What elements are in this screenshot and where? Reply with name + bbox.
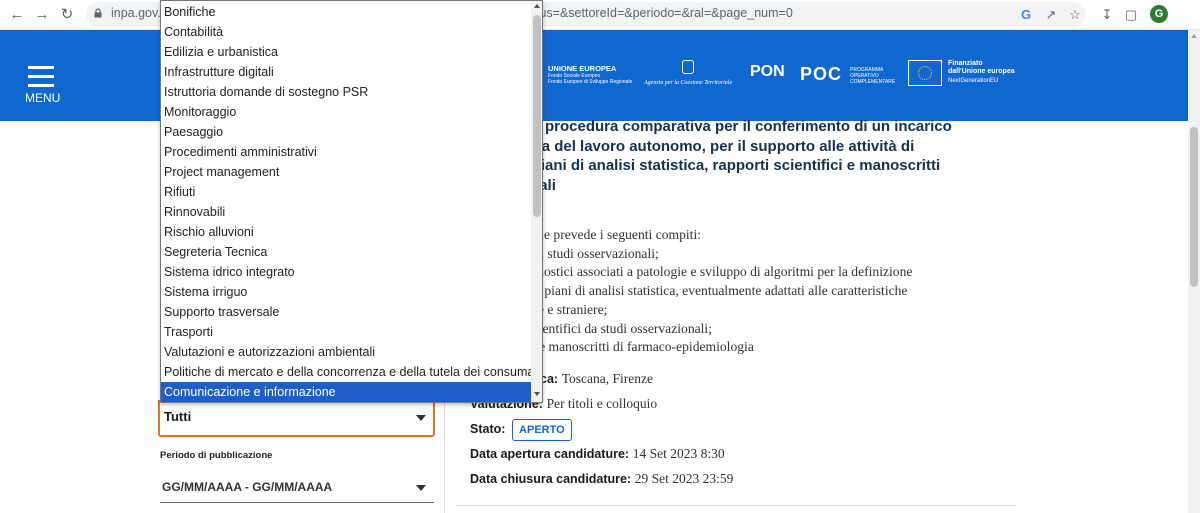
republic-emblem-icon [682, 60, 694, 74]
scroll-down-icon[interactable] [534, 392, 540, 396]
menu-label[interactable]: MENU [25, 91, 60, 105]
menu-bar-icon [28, 75, 54, 78]
poc-logo: POC PROGRAMMA OPERATIVO COMPLEMENTARE [800, 64, 895, 85]
dropdown-option[interactable]: Infrastrutture digitali [161, 62, 531, 82]
dropdown-option[interactable]: Trasporti [161, 322, 531, 342]
article-title-line: ubblico di procedura comparativa per il … [470, 118, 952, 135]
dropdown-option[interactable]: Monitoraggio [161, 102, 531, 122]
share-icon[interactable]: ↗ [1040, 4, 1062, 26]
poc-logo-subtext: PROGRAMMA OPERATIVO COMPLEMENTARE [850, 67, 896, 85]
chevron-down-icon[interactable] [416, 415, 426, 421]
dropdown-option[interactable]: Bonifiche [161, 2, 531, 22]
dropdown-option[interactable]: Supporto trasversale [161, 302, 531, 322]
scrollbar-thumb[interactable] [1190, 127, 1198, 287]
star-icon[interactable]: ☆ [1064, 4, 1086, 26]
chiusura-field: Data chiusura candidature: 29 Set 2023 2… [470, 470, 733, 488]
sede-field: ca: Toscana, Firenze [540, 370, 653, 388]
eu-flag-icon [908, 60, 942, 86]
article-title-line: nella forma del lavoro autonomo, per il … [470, 137, 915, 155]
page-scrollbar[interactable] [1188, 30, 1200, 513]
article-description: collaborazione prevede i seguenti compit… [470, 226, 1030, 357]
description-line: collaborazione prevede i seguenti compit… [470, 227, 702, 242]
dropdown-option[interactable]: Paesaggio [161, 122, 531, 142]
ue-logo-line2: Fondo Europeo di Sviluppo Regionale [548, 79, 633, 85]
divider [456, 505, 1016, 506]
funding-logos: UNIONE EUROPEA Fondo Sociale Europeo Fon… [538, 60, 1028, 96]
dropdown-option[interactable]: Istruttoria domande di sostegno PSR [161, 82, 531, 102]
sidepanel-icon[interactable]: ▢ [1120, 4, 1142, 26]
periodo-select[interactable]: GG/MM/AAAA - GG/MM/AAAA [160, 473, 434, 503]
status-badge: APERTO [512, 419, 572, 441]
ue-logo-title: UNIONE EUROPEA [548, 64, 617, 73]
apertura-value: 14 Set 2023 8:30 [632, 446, 725, 461]
profile-avatar[interactable]: G [1150, 5, 1168, 23]
article-title-line: servazionali [470, 176, 1030, 196]
pon-logo: PON [750, 63, 786, 81]
settore-dropdown-list[interactable]: Bonifiche Contabilità Edilizia e urbanis… [160, 0, 543, 403]
apertura-label: Data apertura candidature: [470, 447, 630, 461]
sede-value: Toscana, Firenze [561, 371, 653, 386]
description-line: i dato italiane e straniere; [470, 301, 608, 317]
dropdown-option[interactable]: Rischio alluvioni [161, 222, 531, 242]
dropdown-option-selected[interactable]: Comunicazione e informazione [161, 382, 531, 402]
dropdown-option[interactable]: Sistema irriguo [161, 282, 531, 302]
scroll-up-icon[interactable] [534, 4, 540, 8]
description-line: li rapporti scientifici da studi osserva… [470, 320, 712, 336]
dropdown-option[interactable]: Rifiuti [161, 182, 531, 202]
article-title[interactable]: ubblico di procedura comparativa per il … [470, 117, 1030, 195]
pon-logo-text: PON [750, 63, 785, 80]
dropdown-option[interactable]: Sistema idrico integrato [161, 262, 531, 282]
agency-logo-text: Agenzia per la Coesione Territoriale [644, 80, 733, 86]
url-text-host[interactable]: inpa.gov.it [111, 6, 167, 20]
chiusura-value: 29 Set 2023 23:59 [634, 471, 734, 486]
chevron-down-icon[interactable] [416, 485, 426, 491]
stato-field: Stato: APERTO [470, 419, 572, 441]
dropdown-option[interactable]: Project management [161, 162, 531, 182]
nextgeneu-logo-subtext: NextGenerationEU [948, 78, 999, 84]
forward-icon[interactable]: → [32, 5, 52, 25]
description-line: i protocolli di studi osservazionali; [470, 245, 659, 261]
dropdown-scrollbar[interactable] [531, 1, 542, 402]
menu-bar-icon [28, 66, 54, 69]
dropdown-option[interactable]: Rinnovabili [161, 202, 531, 222]
valutazione-value: Per titoli e colloquio [546, 396, 658, 411]
dropdown-option[interactable]: Edilizia e urbanistica [161, 42, 531, 62]
dropdown-option[interactable]: Procedimenti amministrativi [161, 142, 531, 162]
google-icon[interactable]: G [1015, 4, 1037, 26]
settore-select[interactable]: Tutti [158, 400, 435, 437]
download-icon[interactable]: ↧ [1096, 4, 1118, 26]
periodo-label: Periodo di pubblicazione [160, 450, 273, 461]
settore-select-value: Tutti [164, 409, 192, 424]
description-line: i codici diagnostici associati a patolog… [470, 264, 913, 280]
description-line: e di abstract e manoscritti di farmaco-e… [470, 339, 754, 355]
lock-icon[interactable] [93, 8, 103, 18]
url-text-query[interactable]: tus=&settoreId=&periodo=&ral=&page_num=0 [536, 6, 793, 20]
description-line: da inserire in piani di analisi statisti… [470, 283, 908, 299]
apertura-field: Data apertura candidature: 14 Set 2023 8… [470, 445, 725, 463]
chiusura-label: Data chiusura candidature: [470, 472, 632, 486]
dropdown-option[interactable]: Valutazioni e autorizzazioni ambientali [161, 342, 531, 362]
dropdown-option[interactable]: Segreteria Tecnica [161, 242, 531, 262]
dropdown-option[interactable]: Contabilità [161, 22, 531, 42]
dropdown-scrollbar-thumb[interactable] [533, 15, 541, 217]
reload-icon[interactable]: ↻ [57, 5, 77, 25]
stato-label: Stato: [470, 422, 506, 436]
poc-logo-text: POC [800, 64, 843, 84]
article-title-line: otocolli, piani di analisi statistica, r… [470, 157, 941, 174]
dropdown-option[interactable]: Politiche di mercato e della concorrenza… [161, 362, 542, 382]
menu-bar-icon [28, 84, 54, 87]
scroll-up-icon[interactable] [1191, 34, 1197, 38]
ue-logo: UNIONE EUROPEA Fondo Sociale Europeo Fon… [538, 60, 633, 85]
nextgeneu-logo-title: Finanziato dall'Unione europea [948, 60, 1015, 75]
back-icon[interactable]: ← [7, 5, 27, 25]
periodo-select-value: GG/MM/AAAA - GG/MM/AAAA [162, 480, 333, 494]
